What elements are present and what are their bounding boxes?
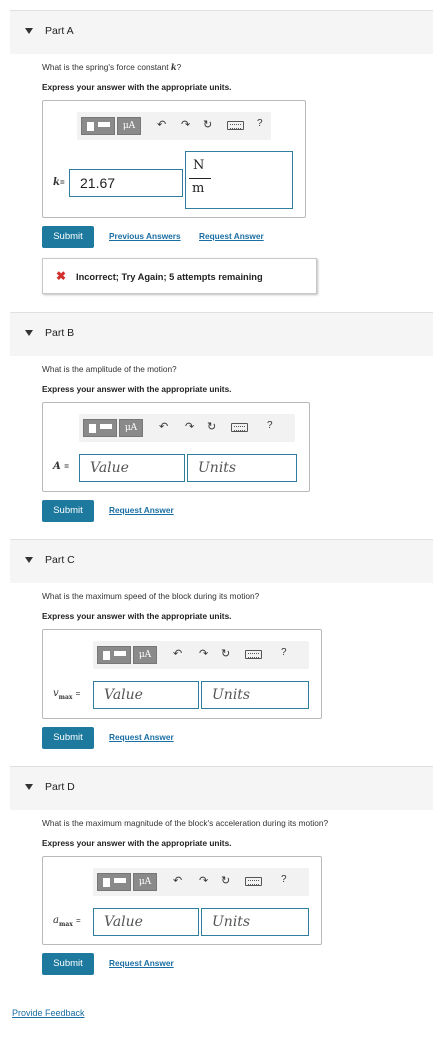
var-subscript: max: [58, 921, 73, 928]
part-d-question: What is the maximum magnitude of the blo…: [42, 818, 329, 828]
help-icon[interactable]: ?: [257, 118, 263, 129]
part-a-header[interactable]: Part A: [10, 10, 433, 54]
undo-icon[interactable]: ↶: [173, 874, 182, 888]
provide-feedback-link[interactable]: Provide Feedback: [12, 1008, 85, 1018]
keyboard-icon[interactable]: [231, 423, 248, 432]
part-b-question: What is the amplitude of the motion?: [42, 364, 177, 374]
part-b-title: Part B: [45, 327, 75, 339]
part-d-express: Express your answer with the appropriate…: [42, 838, 232, 848]
unit-numerator: N: [193, 158, 205, 173]
part-a-question: What is the spring's force constant k?: [42, 62, 181, 72]
undo-icon[interactable]: ↶: [159, 420, 168, 434]
math-toolbar: μA ↶ ↷ ↻ ?: [79, 414, 295, 442]
reset-icon[interactable]: ↻: [221, 647, 230, 661]
units-input[interactable]: Units: [201, 681, 309, 709]
units-icon[interactable]: μA: [119, 419, 143, 437]
part-b-request-answer-link[interactable]: Request Answer: [109, 505, 174, 515]
help-icon[interactable]: ?: [267, 420, 273, 431]
part-b-header[interactable]: Part B: [10, 312, 433, 356]
part-d-submit-button[interactable]: Submit: [42, 953, 94, 975]
templates-icon[interactable]: [97, 646, 131, 664]
value-input[interactable]: Value: [79, 454, 185, 482]
units-input[interactable]: N m: [185, 151, 293, 209]
redo-icon[interactable]: ↷: [185, 420, 194, 434]
part-a-request-answer-link[interactable]: Request Answer: [199, 231, 264, 241]
math-toolbar: μA ↶ ↷ ↻ ?: [77, 112, 271, 140]
reset-icon[interactable]: ↻: [203, 118, 212, 132]
caret-down-icon: [25, 784, 33, 790]
var-subscript: max: [58, 694, 73, 701]
part-c-question: What is the maximum speed of the block d…: [42, 591, 260, 601]
caret-down-icon: [25, 28, 33, 34]
part-b-submit-button[interactable]: Submit: [42, 500, 94, 522]
var-symbol: A: [53, 461, 61, 472]
variable-label-k: k=: [53, 177, 65, 188]
part-c-title: Part C: [45, 554, 75, 566]
previous-answers-link[interactable]: Previous Answers: [109, 231, 181, 241]
part-d-answer-box: μA ↶ ↷ ↻ ? amax = Value Units: [42, 856, 322, 945]
part-a-submit-button[interactable]: Submit: [42, 226, 94, 248]
units-icon[interactable]: μA: [133, 646, 157, 664]
keyboard-icon[interactable]: [245, 877, 262, 886]
undo-icon[interactable]: ↶: [173, 647, 182, 661]
feedback-message: ✖ Incorrect; Try Again; 5 attempts remai…: [42, 258, 317, 294]
reset-icon[interactable]: ↻: [221, 874, 230, 888]
caret-down-icon: [25, 330, 33, 336]
units-icon[interactable]: μA: [133, 873, 157, 891]
part-c-answer-box: μA ↶ ↷ ↻ ? vmax = Value Units: [42, 629, 322, 719]
var-equals: =: [59, 178, 65, 187]
undo-icon[interactable]: ↶: [157, 118, 166, 132]
redo-icon[interactable]: ↷: [199, 647, 208, 661]
var-equals: =: [75, 689, 81, 698]
templates-icon[interactable]: [83, 419, 117, 437]
value-input[interactable]: Value: [93, 908, 199, 936]
var-equals: =: [75, 916, 81, 925]
caret-down-icon: [25, 557, 33, 563]
question-suffix: ?: [176, 62, 182, 72]
feedback-text: Incorrect; Try Again; 5 attempts remaini…: [76, 272, 263, 282]
units-input[interactable]: Units: [187, 454, 297, 482]
part-a-express: Express your answer with the appropriate…: [42, 82, 232, 92]
error-x-icon: ✖: [56, 269, 67, 283]
part-b-express: Express your answer with the appropriate…: [42, 384, 232, 394]
var-symbol: k: [53, 177, 60, 188]
part-c-request-answer-link[interactable]: Request Answer: [109, 732, 174, 742]
units-input[interactable]: Units: [201, 908, 309, 936]
part-c-submit-button[interactable]: Submit: [42, 727, 94, 749]
help-icon[interactable]: ?: [281, 874, 287, 885]
value-input[interactable]: Value: [93, 681, 199, 709]
variable-label-vmax: vmax =: [53, 688, 80, 701]
unit-denominator: m: [192, 181, 205, 196]
keyboard-icon[interactable]: [245, 650, 262, 659]
part-c-header[interactable]: Part C: [10, 539, 433, 583]
part-b-answer-box: μA ↶ ↷ ↻ ? A = Value Units: [42, 402, 310, 492]
part-c-express: Express your answer with the appropriate…: [42, 611, 232, 621]
templates-icon[interactable]: [97, 873, 131, 891]
var-equals: =: [64, 462, 69, 471]
part-d-header[interactable]: Part D: [10, 766, 433, 810]
part-d-request-answer-link[interactable]: Request Answer: [109, 958, 174, 968]
part-a-answer-box: μA ↶ ↷ ↻ ? k= 21.67 N m: [42, 100, 306, 218]
math-toolbar: μA ↶ ↷ ↻ ?: [93, 868, 309, 896]
math-toolbar: μA ↶ ↷ ↻ ?: [93, 641, 309, 669]
part-d-title: Part D: [45, 781, 75, 793]
keyboard-icon[interactable]: [227, 121, 244, 130]
variable-label-a: A =: [53, 461, 69, 472]
reset-icon[interactable]: ↻: [207, 420, 216, 434]
redo-icon[interactable]: ↷: [199, 874, 208, 888]
redo-icon[interactable]: ↷: [181, 118, 190, 132]
part-a-title: Part A: [45, 25, 74, 37]
variable-label-amax: amax =: [53, 915, 81, 928]
templates-icon[interactable]: [81, 117, 115, 135]
value-input[interactable]: 21.67: [69, 169, 183, 197]
help-icon[interactable]: ?: [281, 647, 287, 658]
fraction-bar: [189, 178, 211, 179]
units-icon[interactable]: μA: [117, 117, 141, 135]
question-text: What is the spring's force constant: [42, 62, 171, 72]
